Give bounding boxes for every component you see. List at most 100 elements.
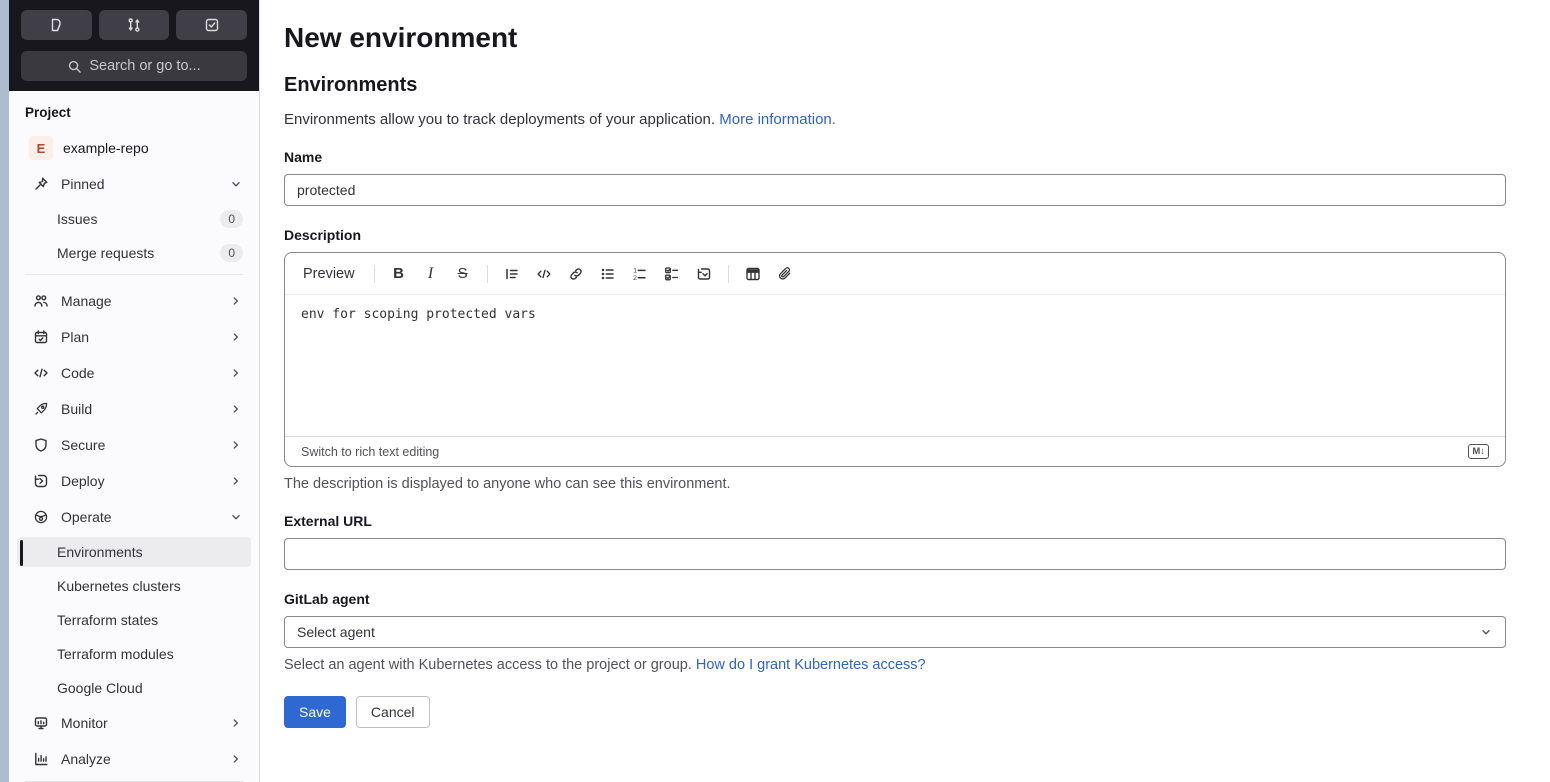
sidebar-item-label: Code [61,365,95,381]
sidebar-item-deploy[interactable]: Deploy [17,465,251,497]
sidebar-item-secure[interactable]: Secure [17,429,251,461]
todos-shortcut-button[interactable] [176,10,248,40]
sidebar-item-merge-requests[interactable]: Merge requests 0 [17,238,251,268]
agent-hint-text: Select an agent with Kubernetes access t… [284,657,692,673]
main-content: New environment Environments Environment… [260,0,1550,728]
issue-document-icon [48,17,64,33]
name-input[interactable] [284,174,1506,206]
link-button[interactable] [561,259,591,289]
bullet-list-icon [600,266,616,282]
sidebar-item-google-cloud[interactable]: Google Cloud [17,673,251,703]
italic-button[interactable]: I [416,259,446,289]
chevron-right-icon [229,438,243,452]
sidebar-item-plan[interactable]: Plan [17,321,251,353]
sidebar-item-label: Issues [57,211,98,227]
chevron-down-icon [229,177,243,191]
sidebar-item-issues[interactable]: Issues 0 [17,204,251,234]
chart-icon [33,751,49,767]
sidebar-item-pinned[interactable]: Pinned [17,168,251,200]
description-textarea[interactable]: env for scoping protected vars [285,295,1505,436]
sidebar-item-operate[interactable]: Operate [17,501,251,533]
sidebar-item-analyze[interactable]: Analyze [17,743,251,775]
sidebar-item-manage[interactable]: Manage [17,285,251,317]
code-icon [536,266,552,282]
agent-select[interactable]: Select agent [284,616,1506,648]
chevron-right-icon [229,294,243,308]
sidebar-item-terraform-states[interactable]: Terraform states [17,605,251,635]
gitlab-agent-field-group: GitLab agent Select agent Select an agen… [284,591,1506,673]
external-url-field-group: External URL [284,513,1506,570]
quote-icon [504,266,520,282]
more-information-link[interactable]: More information. [719,111,836,128]
sidebar-item-label: Google Cloud [57,680,143,696]
strikethrough-icon: S [457,265,468,282]
description-label: Description [284,227,362,243]
bold-button[interactable]: B [384,259,414,289]
sidebar-item-label: Secure [61,437,106,453]
window-edge-strip [0,0,9,782]
sidebar-item-label: Pinned [61,176,105,192]
markdown-toolbar: Preview B I S 12 [285,253,1505,295]
form-actions: Save Cancel [284,696,1506,728]
svg-text:2: 2 [633,274,637,281]
page-title: New environment [284,22,518,53]
sidebar-item-label: Build [61,401,93,417]
collapsible-section-button[interactable] [689,259,719,289]
sidebar-item-build[interactable]: Build [17,393,251,425]
merge-requests-shortcut-button[interactable] [98,10,170,40]
quote-button[interactable] [497,259,527,289]
name-field-group: Name [284,149,1506,206]
numbered-list-button[interactable]: 12 [625,259,655,289]
attach-file-button[interactable] [770,259,800,289]
cancel-button[interactable]: Cancel [355,696,430,728]
sidebar-item-environments[interactable]: Environments [17,537,251,567]
kubernetes-access-link[interactable]: How do I grant Kubernetes access? [696,657,926,673]
deploy-icon [33,473,49,489]
merge-request-icon [126,17,142,33]
divider [727,264,729,283]
code-icon [33,365,49,381]
todo-check-icon [204,17,220,33]
calendar-icon [33,329,49,345]
code-button[interactable] [529,259,559,289]
markdown-icon[interactable]: M↓ [1468,444,1489,459]
sidebar-item-project[interactable]: E example-repo [17,132,251,164]
strikethrough-button[interactable]: S [448,259,478,289]
search-input[interactable]: Search or go to... [21,51,247,81]
name-label: Name [284,149,323,165]
bold-icon: B [393,265,404,282]
operate-icon [33,509,49,525]
intro-text: Environments allow you to track deployme… [284,111,716,128]
switch-rich-text-link[interactable]: Switch to rich text editing [301,445,439,459]
bullet-list-button[interactable] [593,259,623,289]
save-button[interactable]: Save [284,696,346,728]
sidebar-item-label: Kubernetes clusters [57,578,181,594]
chevron-right-icon [229,366,243,380]
sidebar-top: Search or go to... [9,0,259,91]
project-name: example-repo [63,140,149,156]
shield-icon [33,437,49,453]
project-avatar: E [29,136,53,160]
sidebar-item-label: Terraform modules [57,646,174,662]
sidebar-item-monitor[interactable]: Monitor [17,707,251,739]
chevron-right-icon [229,716,243,730]
chevron-right-icon [229,752,243,766]
issues-shortcut-button[interactable] [21,10,92,40]
merge-requests-count-badge: 0 [220,243,243,263]
sidebar-item-kubernetes-clusters[interactable]: Kubernetes clusters [17,571,251,601]
sidebar-item-label: Monitor [61,715,108,731]
rocket-icon [33,401,49,417]
search-placeholder: Search or go to... [89,58,201,74]
chevron-down-icon [229,510,243,524]
table-button[interactable] [738,259,768,289]
sidebar-item-label: Manage [61,293,112,309]
preview-tab[interactable]: Preview [293,259,365,289]
task-list-button[interactable] [657,259,687,289]
sidebar-section-label: Project [25,105,71,120]
users-icon [33,293,49,309]
sidebar-item-terraform-modules[interactable]: Terraform modules [17,639,251,669]
divider [25,274,243,275]
external-url-input[interactable] [284,538,1506,570]
agent-select-value: Select agent [297,624,375,640]
sidebar-item-code[interactable]: Code [17,357,251,389]
